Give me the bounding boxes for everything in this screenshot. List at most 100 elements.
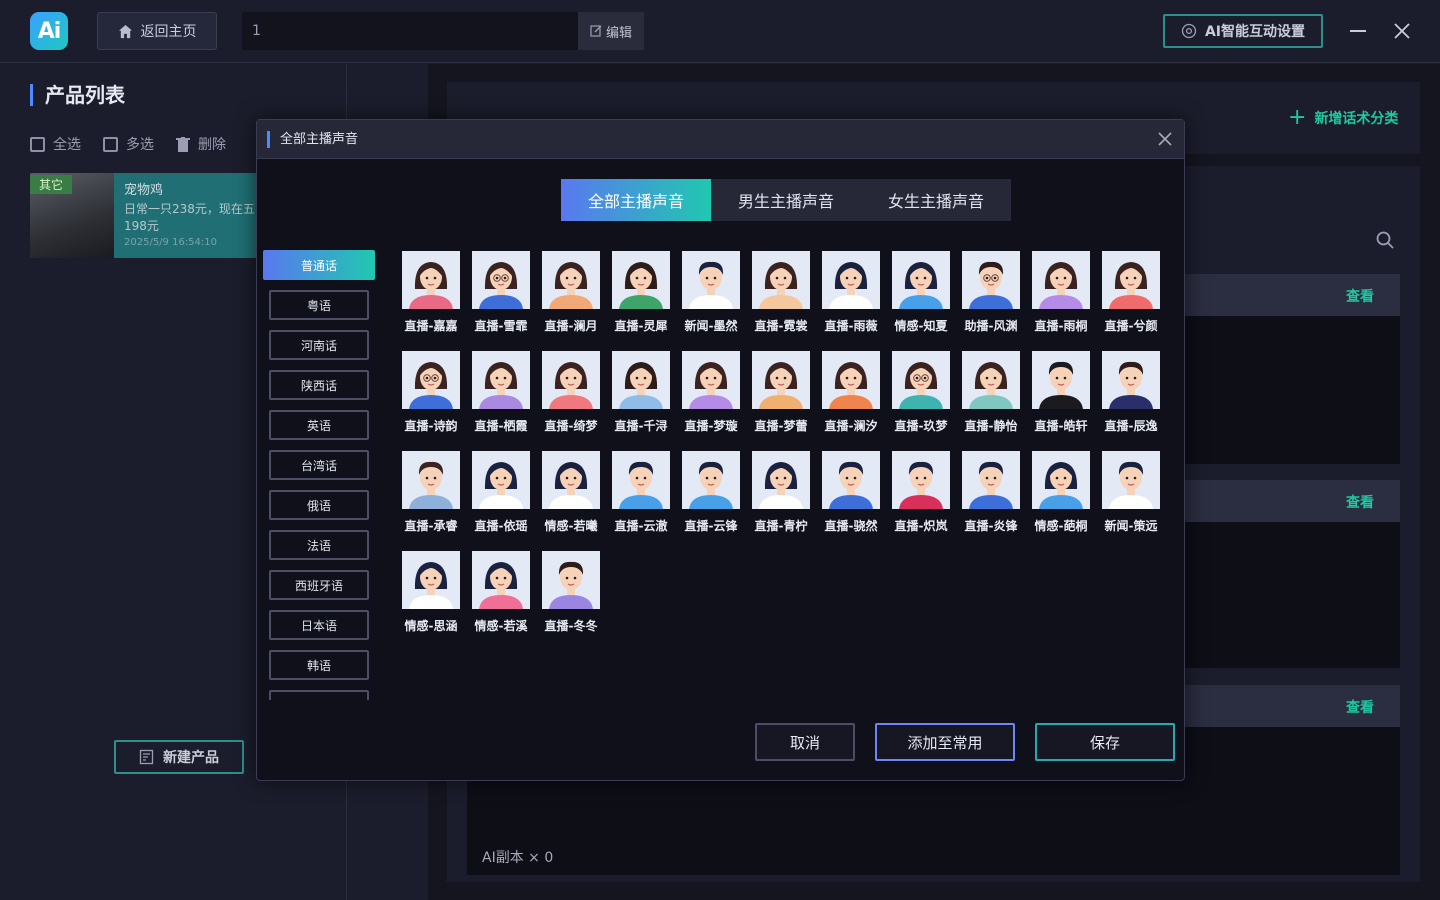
voice-card[interactable]: 直播-冬冬	[536, 551, 606, 637]
voice-card[interactable]: 直播-千浔	[606, 351, 676, 437]
language-list[interactable]: 普通话粤语河南话陕西话英语台湾话俄语法语西班牙语日本语韩语	[263, 250, 375, 700]
ai-settings-button[interactable]: AI智能互动设置	[1163, 14, 1323, 48]
voice-name: 直播-千浔	[614, 419, 668, 433]
voice-avatar	[402, 251, 460, 309]
voice-avatar	[822, 351, 880, 409]
voice-card[interactable]: 直播-依瑶	[466, 451, 536, 537]
voice-card[interactable]: 直播-灵犀	[606, 251, 676, 337]
voice-name: 新闻-墨然	[684, 319, 738, 333]
cancel-button[interactable]: 取消	[755, 723, 855, 761]
voice-card[interactable]: 直播-云锋	[676, 451, 746, 537]
voice-card[interactable]: 直播-诗韵	[396, 351, 466, 437]
language-item[interactable]: 西班牙语	[269, 570, 369, 600]
voice-name: 直播-澜月	[544, 319, 598, 333]
voice-card[interactable]: 直播-静怡	[956, 351, 1026, 437]
voice-card[interactable]: 直播-雨薇	[816, 251, 886, 337]
minimize-icon[interactable]	[1350, 30, 1366, 32]
voice-avatar	[962, 451, 1020, 509]
voice-card[interactable]: 情感-葩桐	[1026, 451, 1096, 537]
voice-avatar	[542, 351, 600, 409]
home-button[interactable]: 返回主页	[97, 12, 217, 50]
voice-name: 直播-兮颜	[1104, 319, 1158, 333]
voice-card[interactable]: 情感-若曦	[536, 451, 606, 537]
voice-avatar	[892, 351, 950, 409]
voice-avatar	[1032, 451, 1090, 509]
voice-card[interactable]: 新闻-策远	[1096, 451, 1166, 537]
view-button[interactable]: 查看	[1346, 492, 1374, 512]
voice-picker-dialog: 全部主播声音 全部主播声音 男生主播声音 女生主播声音 普通话 粤语 河南话 陕西话英…	[256, 119, 1185, 781]
language-item[interactable]: 法语	[269, 530, 369, 560]
voice-card[interactable]: 直播-青柠	[746, 451, 816, 537]
voice-avatar	[542, 551, 600, 609]
language-item[interactable]: 日本语	[269, 610, 369, 640]
close-icon[interactable]	[1156, 130, 1174, 148]
voice-card[interactable]: 直播-炎锋	[956, 451, 1026, 537]
script-title-field[interactable]: 1 编辑	[242, 12, 644, 50]
search-icon[interactable]	[1375, 230, 1395, 250]
voice-avatar	[1102, 251, 1160, 309]
language-item[interactable]: 英语	[269, 410, 369, 440]
view-button[interactable]: 查看	[1346, 286, 1374, 306]
voice-name: 情感-知夏	[894, 319, 948, 333]
view-button[interactable]: 查看	[1346, 697, 1374, 717]
voice-card[interactable]: 情感-思涵	[396, 551, 466, 637]
voice-card[interactable]: 直播-霓裳	[746, 251, 816, 337]
tab-all-voices[interactable]: 全部主播声音	[561, 179, 711, 221]
language-item[interactable]: 河南话	[269, 330, 369, 360]
tab-male-voices[interactable]: 男生主播声音	[711, 179, 861, 221]
voice-card[interactable]: 直播-雨桐	[1026, 251, 1096, 337]
voice-card[interactable]: 直播-兮颜	[1096, 251, 1166, 337]
voice-avatar	[612, 251, 670, 309]
add-category-button[interactable]: + 新增话术分类	[1288, 107, 1399, 129]
voice-card[interactable]: 直播-雪霏	[466, 251, 536, 337]
language-item[interactable]: 韩语	[269, 650, 369, 680]
voice-card[interactable]: 直播-玖梦	[886, 351, 956, 437]
language-item[interactable]: 粤语	[269, 290, 369, 320]
voice-card[interactable]: 直播-炽岚	[886, 451, 956, 537]
voice-card[interactable]: 直播-云澈	[606, 451, 676, 537]
voice-name: 助播-风渊	[964, 319, 1018, 333]
voice-card[interactable]: 直播-承睿	[396, 451, 466, 537]
voice-card[interactable]: 直播-梦蕾	[746, 351, 816, 437]
voice-card[interactable]: 直播-栖霞	[466, 351, 536, 437]
delete-button[interactable]: 删除	[176, 134, 226, 154]
voice-card[interactable]: 直播-骁然	[816, 451, 886, 537]
tab-female-voices[interactable]: 女生主播声音	[861, 179, 1011, 221]
new-product-button[interactable]: 新建产品	[114, 740, 244, 774]
voice-card[interactable]: 情感-若溪	[466, 551, 536, 637]
language-item[interactable]: 俄语	[269, 490, 369, 520]
edit-button[interactable]: 编辑	[578, 12, 644, 50]
script-title-value[interactable]: 1	[242, 23, 578, 39]
language-item[interactable]: 陕西话	[269, 370, 369, 400]
multi-select-checkbox[interactable]: 多选	[103, 134, 154, 154]
voice-card[interactable]: 直播-嘉嘉	[396, 251, 466, 337]
voice-card[interactable]: 直播-辰逸	[1096, 351, 1166, 437]
language-item[interactable]: 普通话	[263, 250, 375, 280]
voice-card[interactable]: 新闻-墨然	[676, 251, 746, 337]
voice-card[interactable]: 直播-澜汐	[816, 351, 886, 437]
language-item[interactable]	[269, 690, 369, 700]
add-to-common-button[interactable]: 添加至常用	[875, 723, 1015, 761]
voice-avatar	[612, 451, 670, 509]
add-category-label: 新增话术分类	[1314, 111, 1399, 127]
voice-name: 情感-若曦	[544, 519, 598, 533]
voice-name: 直播-绮梦	[544, 419, 598, 433]
delete-label: 删除	[198, 137, 226, 153]
voice-name: 直播-诗韵	[404, 419, 458, 433]
language-item[interactable]: 台湾话	[269, 450, 369, 480]
voice-card[interactable]: 情感-知夏	[886, 251, 956, 337]
ai-settings-label: AI智能互动设置	[1204, 24, 1306, 40]
save-button[interactable]: 保存	[1035, 723, 1175, 761]
voice-avatar	[472, 451, 530, 509]
select-all-checkbox[interactable]: 全选	[30, 134, 81, 154]
voice-card[interactable]: 直播-梦璇	[676, 351, 746, 437]
voice-avatar	[402, 451, 460, 509]
close-window-icon[interactable]	[1392, 21, 1412, 41]
edit-label: 编辑	[605, 25, 632, 41]
voice-card[interactable]: 直播-澜月	[536, 251, 606, 337]
voice-card[interactable]: 直播-绮梦	[536, 351, 606, 437]
voice-card[interactable]: 助播-风渊	[956, 251, 1026, 337]
voice-card[interactable]: 直播-皓轩	[1026, 351, 1096, 437]
voice-name: 直播-承睿	[404, 519, 458, 533]
product-toolbar: 全选 多选 删除	[30, 134, 226, 154]
